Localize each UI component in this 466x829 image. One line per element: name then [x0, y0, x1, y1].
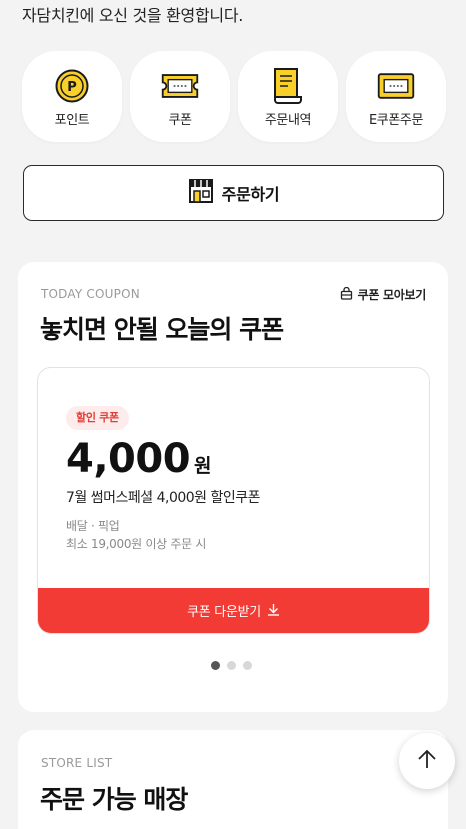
receipt-icon	[268, 68, 308, 104]
coupon-order-method: 배달 · 픽업	[66, 519, 120, 533]
carousel-pagination	[211, 661, 252, 670]
carousel-dot[interactable]	[227, 661, 236, 670]
quick-menu: P 포인트 쿠폰 주문내역 E쿠폰주문	[22, 51, 446, 142]
section-title: 놓치면 안될 오늘의 쿠폰	[40, 315, 284, 344]
order-button-label: 주문하기	[221, 185, 280, 204]
coupon-collection-label: 쿠폰 모아보기	[357, 288, 427, 302]
carousel-dot[interactable]	[211, 661, 220, 670]
section-eyebrow: STORE LIST	[41, 756, 113, 770]
quick-menu-label: 주문내역	[264, 113, 312, 128]
coupon-type-badge: 할인 쿠폰	[66, 406, 129, 430]
carousel-dot[interactable]	[243, 661, 252, 670]
quick-menu-label: E쿠폰주문	[368, 113, 424, 128]
quick-menu-label: 포인트	[54, 113, 90, 128]
coupon-collection-link[interactable]: 쿠폰 모아보기	[340, 285, 426, 304]
coupon-min-order: 최소 19,000원 이상 주문 시	[66, 537, 207, 551]
svg-text:P: P	[67, 80, 77, 95]
store-icon	[188, 178, 214, 208]
order-button[interactable]: 주문하기	[23, 165, 444, 221]
ecoupon-card-icon	[376, 68, 416, 104]
coupon-download-label: 쿠폰 다운받기	[187, 605, 261, 620]
page: 자담치킨에 오신 것을 환영합니다. P 포인트 쿠폰 주문내역 E쿠폰주문 주…	[0, 0, 466, 829]
quick-menu-order-history[interactable]: 주문내역	[238, 51, 338, 142]
scroll-to-top-button[interactable]	[399, 733, 455, 789]
coupon-download-button[interactable]: 쿠폰 다운받기	[38, 588, 429, 633]
coupon-name: 7월 썸머스페셜 4,000원 할인쿠폰	[66, 490, 261, 506]
quick-menu-ecoupon-order[interactable]: E쿠폰주문	[346, 51, 446, 142]
quick-menu-label: 쿠폰	[168, 113, 192, 128]
arrow-up-icon	[416, 748, 438, 774]
coupon-amount-unit: 원	[194, 455, 212, 477]
store-list-section: STORE LIST 주문 가능 매장	[18, 730, 448, 829]
coupon-amount: 4,000	[66, 436, 191, 482]
today-coupon-section: TODAY COUPON 쿠폰 모아보기 놓치면 안될 오늘의 쿠폰 할인 쿠폰…	[18, 262, 448, 712]
ticket-icon	[160, 68, 200, 104]
section-eyebrow: TODAY COUPON	[41, 287, 140, 301]
welcome-text: 자담치킨에 오신 것을 환영합니다.	[22, 6, 244, 25]
coupon-box-icon	[340, 285, 353, 304]
download-icon	[267, 601, 280, 620]
quick-menu-coupon[interactable]: 쿠폰	[130, 51, 230, 142]
quick-menu-point[interactable]: P 포인트	[22, 51, 122, 142]
point-coin-icon: P	[52, 68, 92, 104]
coupon-card: 할인 쿠폰 4,000 원 7월 썸머스페셜 4,000원 할인쿠폰 배달 · …	[37, 367, 430, 634]
section-title: 주문 가능 매장	[40, 785, 188, 814]
coupon-amount-row: 4,000 원	[66, 436, 212, 482]
